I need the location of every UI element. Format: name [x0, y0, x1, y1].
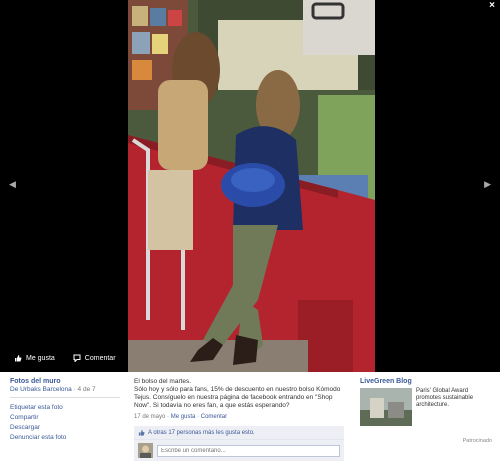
photo	[128, 0, 375, 372]
post-date: 17 de mayo	[134, 414, 166, 420]
thumbs-up-icon	[138, 429, 145, 436]
photo-actions: Me gusta Comentar	[14, 354, 116, 362]
thumbs-up-icon	[15, 355, 22, 362]
close-button[interactable]: ×	[489, 1, 495, 11]
photo-details: Fotos del muro De Urbaks Barcelona · 4 d…	[0, 372, 500, 464]
comment-link[interactable]: Comentar	[201, 414, 227, 420]
sponsored-label: Patrocinado	[462, 438, 492, 444]
caption-body: Sólo hoy y sólo para fans, 15% de descue…	[134, 386, 341, 409]
comment-composer	[134, 440, 344, 461]
album-info: Fotos del muro De Urbaks Barcelona · 4 d…	[10, 378, 120, 443]
ad-image[interactable]	[360, 388, 412, 426]
chevron-left-icon[interactable]: ◀	[9, 180, 16, 189]
download-link[interactable]: Descargar	[10, 423, 120, 433]
comment-input[interactable]	[157, 444, 340, 457]
ad-title[interactable]: LiveGreen Blog	[360, 378, 492, 385]
report-photo-link[interactable]: Denunciar esta foto	[10, 433, 120, 443]
likes-summary: A otras 17 personas más les gusta esto.	[134, 426, 344, 440]
photo-position: · 4 de 7	[71, 386, 96, 393]
album-source: De Urbaks Barcelona · 4 de 7	[10, 386, 120, 393]
like-link[interactable]: Me gusta	[171, 414, 196, 420]
likes-text[interactable]: A otras 17 personas más les gusta esto.	[148, 430, 255, 436]
speech-bubble-icon	[73, 354, 81, 362]
like-action-label: Me gusta	[26, 354, 55, 362]
caption-title: El bolso del martes.	[134, 378, 192, 385]
avatar	[138, 443, 153, 458]
album-title[interactable]: Fotos del muro	[10, 378, 120, 385]
post-details: El bolso del martes. Sólo hoy y sólo par…	[134, 378, 344, 461]
street-kiosk-photo	[128, 0, 375, 372]
album-source-link[interactable]: De Urbaks Barcelona	[10, 386, 72, 393]
divider	[10, 397, 120, 398]
comment-action[interactable]: Comentar	[73, 354, 116, 362]
share-link[interactable]: Compartir	[10, 413, 120, 423]
post-meta: 17 de mayo · Me gusta · Comentar	[134, 414, 344, 420]
tag-photo-link[interactable]: Etiquetar esta foto	[10, 403, 120, 413]
ad-body[interactable]: Paris' Global Award promotes sustainable…	[360, 388, 492, 426]
comment-action-label: Comentar	[84, 354, 116, 362]
like-action[interactable]: Me gusta	[14, 354, 55, 362]
chevron-right-icon[interactable]: ▶	[484, 180, 491, 189]
photo-viewer: × ◀ ▶ Me gusta Comentar	[0, 0, 500, 372]
sponsored-ad: LiveGreen Blog Paris' Global Award promo…	[360, 378, 492, 444]
ad-text: Paris' Global Award promotes sustainable…	[416, 388, 474, 408]
